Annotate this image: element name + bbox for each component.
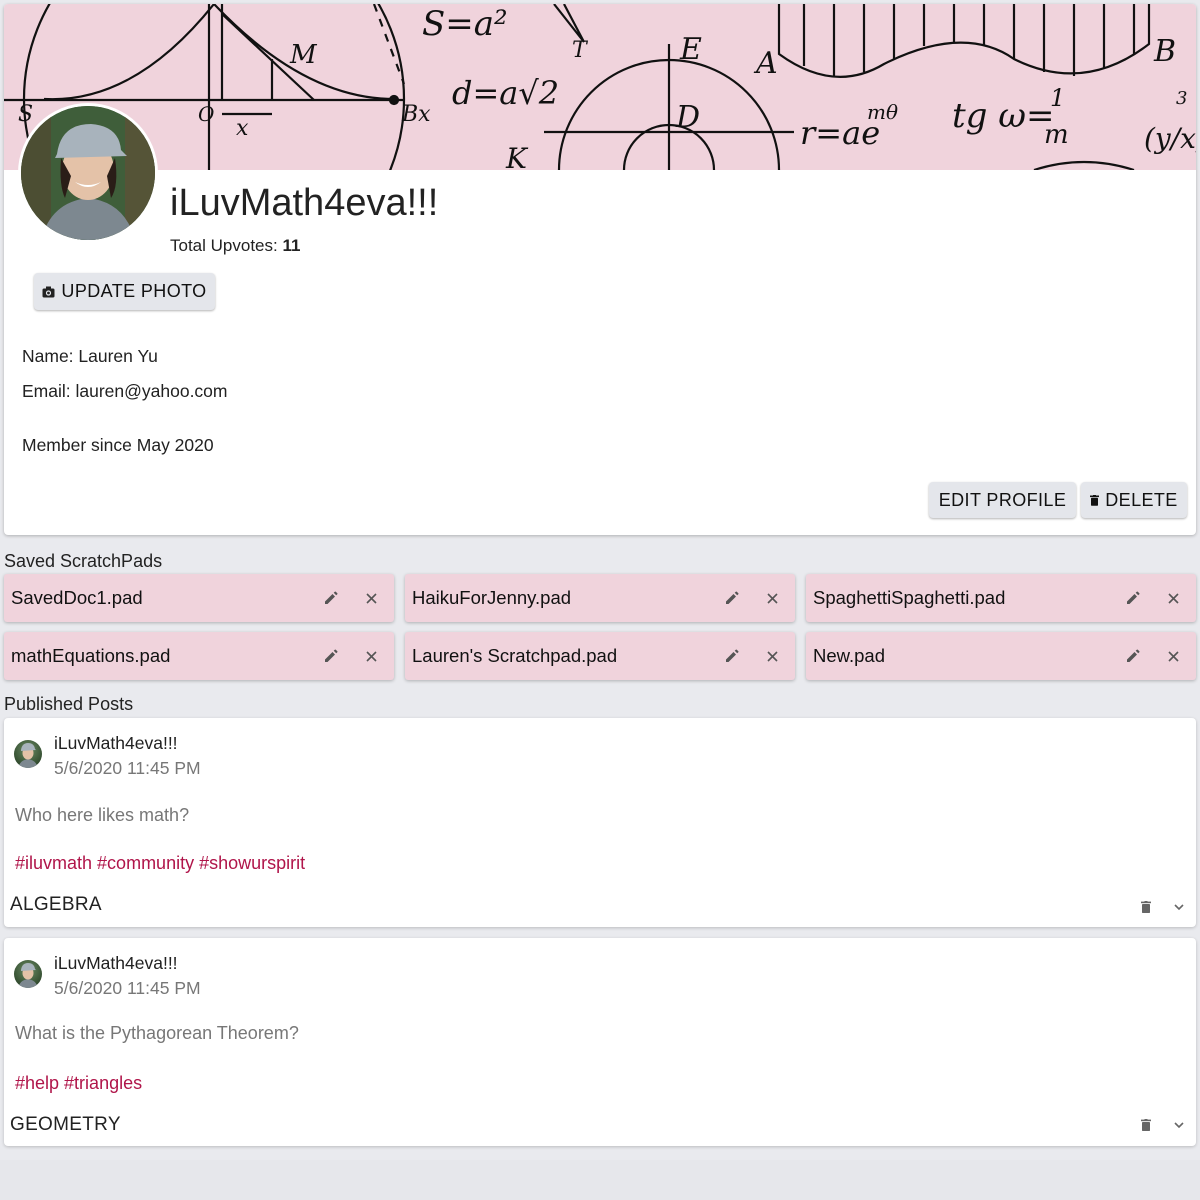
label-x: x xyxy=(236,116,249,141)
label-o: O xyxy=(198,102,215,126)
pencil-icon[interactable] xyxy=(1113,636,1153,676)
tag-link[interactable]: #triangles xyxy=(64,1073,142,1093)
post-body: Who here likes math? xyxy=(15,805,190,825)
scratchpad-item[interactable]: SpaghettiSpaghetti.pad xyxy=(806,574,1196,622)
scratchpad-name: SavedDoc1.pad xyxy=(11,587,143,608)
formula-d: d=a√2 xyxy=(452,74,560,112)
close-icon[interactable] xyxy=(351,578,391,618)
scratchpad-name: Lauren's Scratchpad.pad xyxy=(412,645,618,666)
post-card: iLuvMath4eva!!! 5/6/2020 11:45 PM What i… xyxy=(4,938,1196,1146)
update-photo-button[interactable]: UPDATE PHOTO xyxy=(34,273,215,310)
formula-frac-num: 1 xyxy=(1050,84,1066,112)
label-e: E xyxy=(680,32,702,67)
scratchpad-name: HaikuForJenny.pad xyxy=(412,587,572,608)
label-t: T xyxy=(572,38,587,63)
formula-frac-den: m xyxy=(1044,120,1069,150)
post-card: iLuvMath4eva!!! 5/6/2020 11:45 PM Who he… xyxy=(4,718,1196,927)
trash-icon xyxy=(1090,494,1100,506)
profile-name: Name: Lauren Yu xyxy=(22,346,158,366)
profile-avatar[interactable] xyxy=(18,103,158,243)
edit-profile-button[interactable]: EDIT PROFILE xyxy=(929,482,1076,518)
upvote-count: Total Upvotes: 11 xyxy=(170,236,300,256)
edit-profile-label: EDIT PROFILE xyxy=(938,489,1067,510)
posts-title: Published Posts xyxy=(4,694,134,714)
post-date: 5/6/2020 11:45 PM xyxy=(54,978,201,998)
delete-profile-button[interactable]: DELETE xyxy=(1081,482,1187,518)
formula-tg: tg ω= xyxy=(952,96,1055,136)
label-s: S xyxy=(18,102,34,127)
label-a: A xyxy=(756,46,778,81)
formula-yx: (y/x) xyxy=(1144,122,1196,155)
close-icon[interactable] xyxy=(752,636,792,676)
formula-s: S=a² xyxy=(422,4,508,44)
label-bx: Bx xyxy=(402,102,431,127)
scratchpad-name: mathEquations.pad xyxy=(11,645,171,666)
label-b: B xyxy=(1154,34,1177,69)
tag-link[interactable]: #showurspirit xyxy=(199,853,305,873)
scratchpad-item[interactable]: SavedDoc1.pad xyxy=(4,574,394,622)
post-date: 5/6/2020 11:45 PM xyxy=(54,758,201,778)
pencil-icon[interactable] xyxy=(311,578,351,618)
label-d: D xyxy=(676,100,701,135)
page-footer-area xyxy=(0,1160,1200,1200)
upvotes-label: Total Upvotes: xyxy=(170,236,278,255)
tag-link[interactable]: #help xyxy=(15,1073,59,1093)
upvotes-value: 11 xyxy=(282,236,301,255)
pencil-icon[interactable] xyxy=(712,578,752,618)
scratchpads-title: Saved ScratchPads xyxy=(4,551,163,571)
author-avatar[interactable] xyxy=(14,960,42,988)
scratchpad-item[interactable]: Lauren's Scratchpad.pad xyxy=(405,632,795,680)
scratchpad-name: SpaghettiSpaghetti.pad xyxy=(813,587,1006,608)
scratchpad-item[interactable]: HaikuForJenny.pad xyxy=(405,574,795,622)
chevron-down-icon[interactable] xyxy=(1167,895,1191,919)
close-icon[interactable] xyxy=(752,578,792,618)
profile-username: iLuvMath4eva!!! xyxy=(170,182,439,224)
member-since: Member since May 2020 xyxy=(22,435,214,455)
pencil-icon[interactable] xyxy=(1113,578,1153,618)
trash-icon[interactable] xyxy=(1134,1113,1158,1137)
close-icon[interactable] xyxy=(351,636,391,676)
avatar-portrait xyxy=(21,106,155,240)
close-icon[interactable] xyxy=(1153,578,1193,618)
scratchpad-item[interactable]: mathEquations.pad xyxy=(4,632,394,680)
camera-icon xyxy=(42,286,55,297)
math-banner-drawing xyxy=(4,4,1151,170)
close-icon[interactable] xyxy=(1153,636,1193,676)
post-author[interactable]: iLuvMath4eva!!! xyxy=(54,953,178,974)
tag-link[interactable]: #iluvmath xyxy=(15,853,92,873)
pencil-icon[interactable] xyxy=(311,636,351,676)
formula-r-exp: mθ xyxy=(867,100,899,124)
post-author[interactable]: iLuvMath4eva!!! xyxy=(54,733,178,754)
post-category: GEOMETRY xyxy=(10,1114,121,1135)
pencil-icon[interactable] xyxy=(712,636,752,676)
post-tags: #help #triangles xyxy=(15,1073,147,1094)
profile-email: Email: lauren@yahoo.com xyxy=(22,381,228,401)
label-k: K xyxy=(506,142,527,170)
post-body: What is the Pythagorean Theorem? xyxy=(15,1023,299,1043)
tag-link[interactable]: #community xyxy=(97,853,194,873)
post-tags: #iluvmath #community #showurspirit xyxy=(15,853,310,874)
trash-icon[interactable] xyxy=(1134,895,1158,919)
chevron-down-icon[interactable] xyxy=(1167,1113,1191,1137)
formula-yx-exp: 3 xyxy=(1176,88,1188,109)
scratchpad-name: New.pad xyxy=(813,645,885,666)
post-category: ALGEBRA xyxy=(10,894,102,915)
update-photo-label: UPDATE PHOTO xyxy=(61,281,207,301)
author-avatar[interactable] xyxy=(14,740,42,768)
profile-banner: S=a² d=a√2 r=ae mθ tg ω= 1 m (y/x) 3 M T… xyxy=(4,4,1196,170)
delete-profile-label: DELETE xyxy=(1105,489,1178,510)
scratchpad-item[interactable]: New.pad xyxy=(806,632,1196,680)
profile-card: S=a² d=a√2 r=ae mθ tg ω= 1 m (y/x) 3 M T… xyxy=(4,4,1196,535)
label-m: M xyxy=(290,40,317,70)
